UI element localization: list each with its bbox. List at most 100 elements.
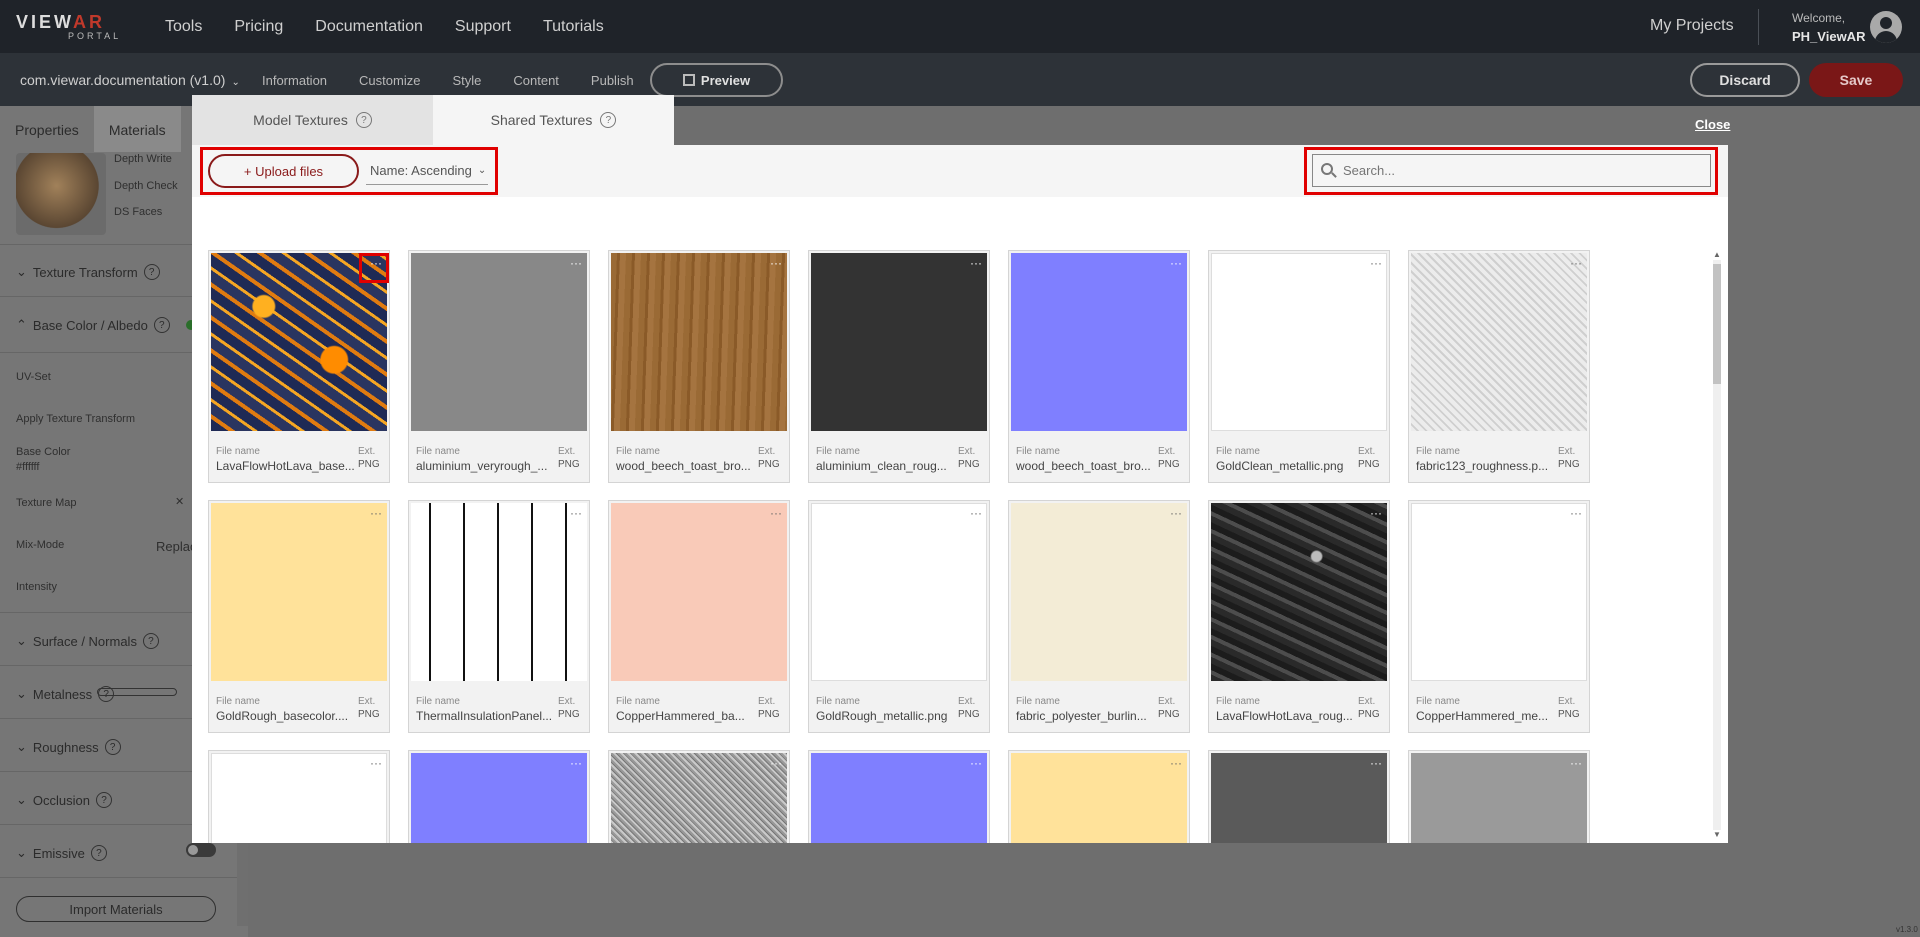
nav-documentation[interactable]: Documentation <box>315 18 423 36</box>
texture-card[interactable]: ··· File name CopperHammered_me... Ext. PNG <box>1408 500 1590 733</box>
texture-thumbnail[interactable] <box>811 753 987 843</box>
texture-card[interactable]: ··· File name GoldRough_metallic.png Ext. PN… <box>808 500 990 733</box>
more-options-icon[interactable]: ··· <box>566 257 586 271</box>
section-texture-transform[interactable]: ⌄ Texture Transform? <box>16 264 160 280</box>
texture-card[interactable]: ··· File name GoldRough_basecolor.... Ext. P… <box>208 500 390 733</box>
help-icon[interactable]: ? <box>143 264 160 280</box>
help-icon[interactable]: ? <box>98 686 115 702</box>
more-options-icon[interactable]: ··· <box>1566 757 1586 771</box>
tab-properties[interactable]: Properties <box>0 106 94 152</box>
section-occlusion[interactable]: ⌄ Occlusion? <box>16 792 112 808</box>
tab-materials[interactable]: Materials <box>93 106 181 152</box>
tab-publish[interactable]: Publish <box>591 73 634 88</box>
nav-tools[interactable]: Tools <box>165 18 202 36</box>
my-projects-link[interactable]: My Projects <box>1650 17 1734 35</box>
texture-thumbnail[interactable] <box>411 503 587 681</box>
discard-button[interactable]: Discard <box>1690 63 1800 97</box>
texture-card[interactable]: ···File nameExt. <box>1408 750 1590 843</box>
more-options-icon[interactable]: ··· <box>1366 507 1386 521</box>
texture-thumbnail[interactable] <box>1011 753 1187 843</box>
section-base-color[interactable]: ⌃ Base Color / Albedo? <box>16 317 170 333</box>
more-options-icon[interactable]: ··· <box>1566 507 1586 521</box>
help-icon[interactable]: ? <box>153 317 170 333</box>
tab-model-textures[interactable]: Model Textures? <box>192 95 433 145</box>
texture-thumbnail[interactable] <box>1211 753 1387 843</box>
upload-files-button[interactable]: + Upload files <box>208 154 359 188</box>
texture-card[interactable]: ···File nameExt. <box>208 750 390 843</box>
texture-thumbnail[interactable] <box>811 253 987 431</box>
emissive-toggle[interactable] <box>186 843 216 857</box>
more-options-icon[interactable]: ··· <box>1166 757 1186 771</box>
username[interactable]: PH_ViewAR <box>1792 29 1865 44</box>
more-options-icon[interactable]: ··· <box>966 257 986 271</box>
help-icon[interactable]: ? <box>104 739 121 755</box>
mix-mode-select[interactable]: Replac <box>156 539 196 554</box>
more-options-icon[interactable]: ··· <box>1366 257 1386 271</box>
texture-thumbnail[interactable] <box>811 503 987 681</box>
scrollbar-thumb[interactable] <box>1713 264 1721 384</box>
texture-thumbnail[interactable] <box>1411 753 1587 843</box>
scroll-down-icon[interactable]: ▼ <box>1713 830 1721 839</box>
viewar-logo[interactable]: VIEWAR PORTAL <box>16 12 128 42</box>
help-icon[interactable]: ? <box>355 112 372 128</box>
nav-support[interactable]: Support <box>455 18 511 36</box>
texture-card[interactable]: ···File nameExt. <box>1008 750 1190 843</box>
tab-content[interactable]: Content <box>513 73 559 88</box>
app-selector[interactable]: com.viewar.documentation (v1.0) ⌄ <box>20 72 240 88</box>
texture-card[interactable]: ··· File name wood_beech_toast_bro... Ext. P… <box>608 250 790 483</box>
texture-thumbnail[interactable] <box>1211 503 1387 681</box>
more-options-icon[interactable]: ··· <box>966 757 986 771</box>
grid-scrollbar[interactable]: ▲ ▼ <box>1710 250 1724 840</box>
texture-thumbnail[interactable] <box>1211 253 1387 431</box>
search-field[interactable] <box>1312 154 1711 187</box>
texture-card[interactable]: ··· File name CopperHammered_ba... Ext. PNG <box>608 500 790 733</box>
texture-card[interactable]: ··· File name GoldClean_metallic.png Ext. PN… <box>1208 250 1390 483</box>
more-options-icon[interactable]: ··· <box>566 757 586 771</box>
texture-card[interactable]: ··· File name wood_beech_toast_bro... Ext. P… <box>1008 250 1190 483</box>
help-icon[interactable]: ? <box>600 112 617 128</box>
more-options-icon[interactable]: ··· <box>566 507 586 521</box>
preview-button[interactable]: Preview <box>650 63 783 97</box>
texture-thumbnail[interactable] <box>611 503 787 681</box>
tab-information[interactable]: Information <box>262 73 327 88</box>
close-button[interactable]: Close <box>1695 117 1730 132</box>
search-input[interactable] <box>1343 163 1703 178</box>
help-icon[interactable]: ? <box>90 845 107 861</box>
texture-card[interactable]: ··· File name LavaFlowHotLava_roug... Ext. P… <box>1208 500 1390 733</box>
nav-pricing[interactable]: Pricing <box>234 18 283 36</box>
texture-card[interactable]: ··· File name aluminium_veryrough_... Ext. P… <box>408 250 590 483</box>
texture-thumbnail[interactable] <box>1011 503 1187 681</box>
texture-thumbnail[interactable] <box>211 503 387 681</box>
sort-select[interactable]: Name: Ascending ⌄ <box>366 157 488 185</box>
more-options-icon[interactable]: ··· <box>1566 257 1586 271</box>
help-icon[interactable]: ? <box>95 792 112 808</box>
texture-thumbnail[interactable] <box>1411 503 1587 681</box>
texture-card[interactable]: ···File nameExt. <box>408 750 590 843</box>
texture-thumbnail[interactable] <box>611 753 787 843</box>
texture-card[interactable]: ···File nameExt. <box>608 750 790 843</box>
section-roughness[interactable]: ⌄ Roughness? <box>16 739 121 755</box>
texture-thumbnail[interactable] <box>211 753 387 843</box>
scroll-up-icon[interactable]: ▲ <box>1713 250 1721 259</box>
more-options-icon[interactable]: ··· <box>366 507 386 521</box>
tab-shared-textures[interactable]: Shared Textures? <box>433 95 674 145</box>
tab-style[interactable]: Style <box>452 73 481 88</box>
texture-card[interactable]: ··· File name ThermalInsulationPanel... Ext… <box>408 500 590 733</box>
texture-thumbnail[interactable] <box>1411 253 1587 431</box>
user-avatar-icon[interactable] <box>1870 11 1902 43</box>
more-options-icon[interactable]: ··· <box>1166 507 1186 521</box>
more-options-icon[interactable]: ··· <box>766 507 786 521</box>
tab-customize[interactable]: Customize <box>359 73 420 88</box>
more-options-icon[interactable]: ··· <box>766 757 786 771</box>
clear-icon[interactable]: ✕ <box>175 495 184 508</box>
nav-tutorials[interactable]: Tutorials <box>543 18 604 36</box>
texture-thumbnail[interactable] <box>411 253 587 431</box>
save-button[interactable]: Save <box>1809 63 1903 97</box>
texture-card[interactable]: ··· File name fabric123_roughness.p... Ext.… <box>1408 250 1590 483</box>
texture-card[interactable]: ··· File name LavaFlowHotLava_base... Ext. P… <box>208 250 390 483</box>
texture-card[interactable]: ··· File name fabric_polyester_burlin... Ex… <box>1008 500 1190 733</box>
texture-card[interactable]: ···File nameExt. <box>1208 750 1390 843</box>
help-icon[interactable]: ? <box>142 633 159 649</box>
texture-card[interactable]: ··· File name aluminium_clean_roug... Ext. P… <box>808 250 990 483</box>
section-emissive[interactable]: ⌄ Emissive? <box>16 845 107 861</box>
